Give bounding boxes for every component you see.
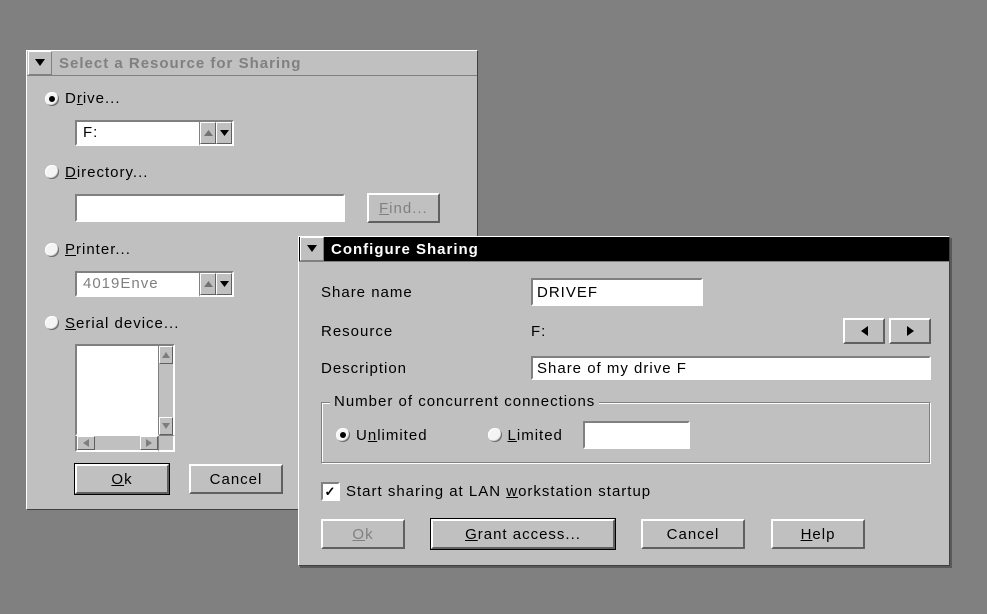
configure-sharing-window: Configure Sharing Share name Resource F:… (298, 236, 950, 566)
ok-button[interactable]: Ok (321, 519, 405, 549)
scroll-down-icon[interactable] (159, 417, 173, 435)
radio-limited-label: Limited (508, 427, 563, 444)
radio-printer-label: Printer... (65, 241, 131, 258)
drive-combobox[interactable]: F: (75, 120, 234, 146)
listbox-area (75, 344, 159, 436)
radio-drive-label: Drive... (65, 90, 121, 107)
radio-serial-device[interactable]: Serial device... (45, 315, 179, 332)
cancel-button[interactable]: Cancel (189, 464, 283, 494)
radio-bullet-icon (45, 165, 59, 179)
connections-groupbox: Number of concurrent connections Unlimit… (321, 402, 931, 464)
select-resource-titlebar: ▾ Select a Resource for Sharing (27, 51, 477, 76)
scroll-left-icon[interactable] (77, 436, 95, 450)
start-at-startup-label: Start sharing at LAN workstation startup (346, 483, 651, 500)
select-resource-title: Select a Resource for Sharing (53, 55, 301, 72)
radio-bullet-icon (336, 428, 350, 442)
radio-bullet-icon (488, 428, 502, 442)
radio-directory-label: Directory... (65, 164, 148, 181)
sharename-input[interactable] (531, 278, 703, 306)
resource-prev-button[interactable] (843, 318, 885, 344)
system-menu-icon[interactable] (300, 237, 324, 261)
radio-bullet-icon (45, 92, 59, 106)
directory-input[interactable] (75, 194, 345, 222)
radio-unlimited-label: Unlimited (356, 427, 428, 444)
chevron-down-icon[interactable] (216, 273, 232, 295)
serial-device-listbox[interactable] (75, 344, 175, 452)
start-at-startup-checkbox[interactable]: ✓ Start sharing at LAN workstation start… (321, 482, 651, 501)
resource-label: Resource (321, 323, 531, 340)
printer-selected-value: 4019Enve (75, 271, 200, 297)
vertical-scrollbar[interactable] (159, 344, 175, 436)
printer-combobox[interactable]: 4019Enve (75, 271, 234, 297)
checkbox-icon: ✓ (321, 482, 340, 501)
chevron-up-icon[interactable] (200, 273, 216, 295)
configure-sharing-title: Configure Sharing (325, 241, 479, 258)
cancel-button[interactable]: Cancel (641, 519, 745, 549)
radio-printer[interactable]: Printer... (45, 241, 131, 258)
chevron-down-icon[interactable] (216, 122, 232, 144)
drive-selected-value: F: (75, 120, 200, 146)
radio-bullet-icon (45, 243, 59, 257)
scroll-up-icon[interactable] (159, 346, 173, 364)
find-button[interactable]: Find... (367, 193, 440, 223)
radio-directory[interactable]: Directory... (45, 164, 148, 181)
horizontal-scrollbar[interactable] (75, 436, 159, 452)
radio-drive[interactable]: Drive... (45, 90, 121, 107)
resource-next-button[interactable] (889, 318, 931, 344)
radio-limited[interactable]: Limited (488, 427, 563, 444)
help-button[interactable]: Help (771, 519, 865, 549)
limited-count-input[interactable] (583, 421, 690, 449)
radio-unlimited[interactable]: Unlimited (336, 427, 428, 444)
radio-serial-label: Serial device... (65, 315, 179, 332)
chevron-up-icon[interactable] (200, 122, 216, 144)
resource-value: F: (531, 323, 843, 340)
grant-access-button[interactable]: Grant access... (431, 519, 615, 549)
connections-legend: Number of concurrent connections (330, 393, 599, 410)
scroll-right-icon[interactable] (140, 436, 158, 450)
description-input[interactable] (531, 356, 931, 380)
configure-sharing-titlebar: Configure Sharing (299, 237, 949, 262)
system-menu-icon[interactable]: ▾ (28, 51, 52, 75)
radio-bullet-icon (45, 316, 59, 330)
ok-button[interactable]: Ok (75, 464, 169, 494)
sharename-label: Share name (321, 284, 531, 301)
description-label: Description (321, 360, 531, 377)
